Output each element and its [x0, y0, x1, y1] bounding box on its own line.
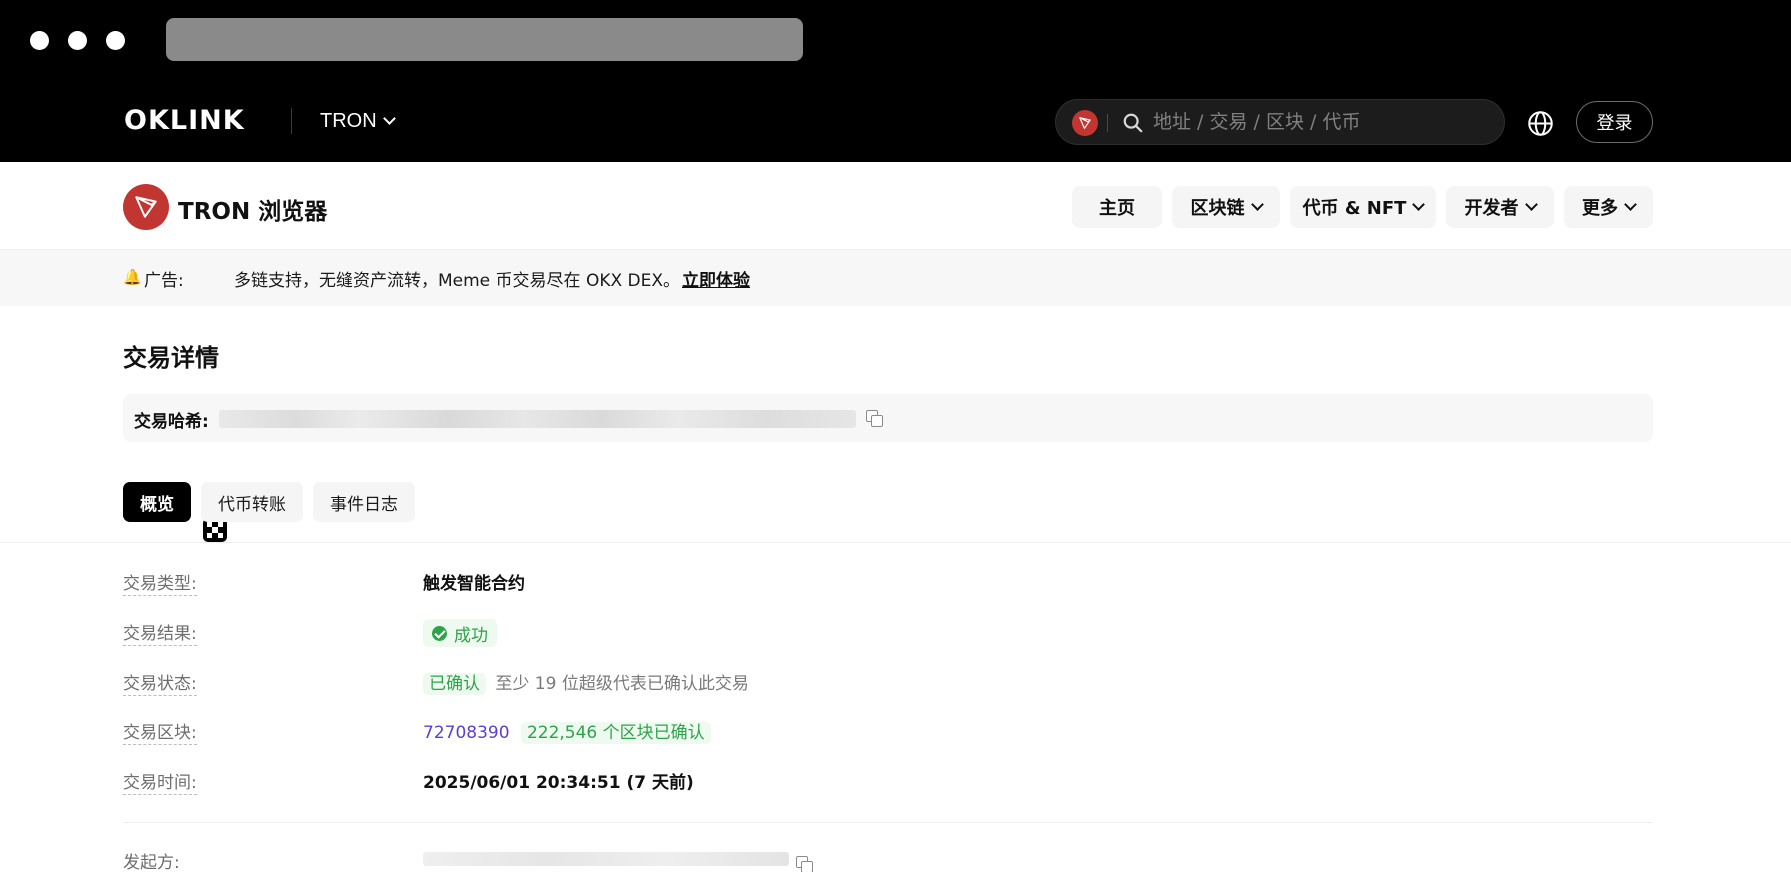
section-divider: [123, 822, 1653, 823]
nav-more[interactable]: 更多: [1564, 186, 1653, 228]
block-number-link[interactable]: 72708390: [423, 723, 510, 743]
tx-from-label: 发起方:: [123, 852, 180, 872]
nav-developers[interactable]: 开发者: [1446, 186, 1554, 228]
chevron-down-icon: [1524, 198, 1538, 211]
tabs-divider: [0, 542, 1791, 543]
nav-tokens-nft-label: 代币 & NFT: [1302, 198, 1407, 219]
tab-overview[interactable]: 概览: [123, 482, 191, 522]
tx-type-value: 触发智能合约: [423, 574, 525, 594]
ad-try-now-link[interactable]: 立即体验: [682, 266, 750, 291]
tx-hash-label: 交易哈希:: [134, 412, 209, 432]
search-divider: [1107, 114, 1108, 132]
tx-block-label: 交易区块:: [123, 723, 197, 745]
tx-hash-box: 交易哈希:: [123, 394, 1653, 442]
tx-block-value-wrap: 72708390 222,546 个区块已确认: [423, 722, 711, 744]
ad-label: 广告:: [144, 271, 184, 291]
window-minimize-dot[interactable]: [68, 31, 87, 50]
tx-type-label: 交易类型:: [123, 574, 197, 596]
search-box[interactable]: [1055, 99, 1505, 145]
status-badge: 成功: [423, 619, 497, 647]
nav-home[interactable]: 主页: [1072, 186, 1162, 228]
chevron-down-icon: [1412, 198, 1426, 211]
tron-chain-icon[interactable]: [1072, 110, 1098, 136]
bell-icon: 🔔: [123, 269, 142, 286]
login-button[interactable]: 登录: [1576, 101, 1653, 143]
chevron-down-icon: [1624, 198, 1637, 211]
header-divider: [291, 108, 292, 134]
tx-status-value-wrap: 已确认 至少 19 位超级代表已确认此交易: [423, 673, 749, 695]
tx-time-label: 交易时间:: [123, 773, 197, 795]
tx-status-value: 已确认: [423, 673, 486, 695]
chain-selector[interactable]: TRON: [320, 108, 396, 134]
nav-developers-label: 开发者: [1464, 198, 1519, 219]
window-maximize-dot[interactable]: [106, 31, 125, 50]
tab-event-logs[interactable]: 事件日志: [313, 482, 415, 522]
chain-selector-label: TRON: [320, 109, 377, 132]
tx-result-value: 成功: [454, 625, 488, 646]
address-bar[interactable]: [166, 18, 803, 61]
chevron-down-icon: [1250, 198, 1264, 211]
check-circle-icon: [432, 625, 447, 641]
oklink-header: OKLINK TRON: [0, 80, 1791, 162]
tx-hash-value-redacted: [219, 410, 856, 428]
ad-text: 多链支持，无缝资产流转，Meme 币交易尽在 OKX DEX。: [234, 271, 681, 291]
tron-navbar: TRON 浏览器 主页 区块链 代币 & NFT 开发者 更多: [0, 162, 1791, 250]
oklink-logo-text: OKLINK: [124, 105, 245, 136]
ad-banner: 🔔 广告: 多链支持，无缝资产流转，Meme 币交易尽在 OKX DEX。 立即…: [0, 250, 1791, 542]
nav-tokens-nft[interactable]: 代币 & NFT: [1290, 186, 1436, 228]
nav-more-label: 更多: [1582, 198, 1618, 219]
tx-result-label: 交易结果:: [123, 624, 197, 646]
block-confirmations: 222,546 个区块已确认: [520, 722, 711, 744]
tron-logo-icon[interactable]: [123, 184, 169, 230]
browser-chrome: [0, 0, 1791, 80]
tx-status-note: 至少 19 位超级代表已确认此交易: [495, 674, 749, 694]
chevron-down-icon: [382, 112, 396, 125]
oklink-logo[interactable]: OKLINK: [124, 105, 245, 136]
tab-token-transfers[interactable]: 代币转账: [201, 482, 303, 522]
tx-from-value-redacted: [423, 852, 789, 866]
globe-icon[interactable]: [1527, 110, 1554, 137]
tx-time-value: 2025/06/01 20:34:51 (7 天前): [423, 773, 694, 793]
window-close-dot[interactable]: [30, 31, 49, 50]
page-title: 交易详情: [123, 344, 219, 372]
brand-title[interactable]: TRON 浏览器: [178, 192, 327, 226]
nav-blockchain[interactable]: 区块链: [1172, 186, 1280, 228]
search-icon: [1123, 113, 1143, 133]
copy-icon[interactable]: [866, 410, 883, 427]
copy-icon[interactable]: [796, 856, 813, 872]
nav-home-label: 主页: [1099, 198, 1135, 219]
search-input[interactable]: [1153, 106, 1483, 138]
tx-status-label: 交易状态:: [123, 674, 197, 696]
nav-blockchain-label: 区块链: [1190, 198, 1245, 219]
